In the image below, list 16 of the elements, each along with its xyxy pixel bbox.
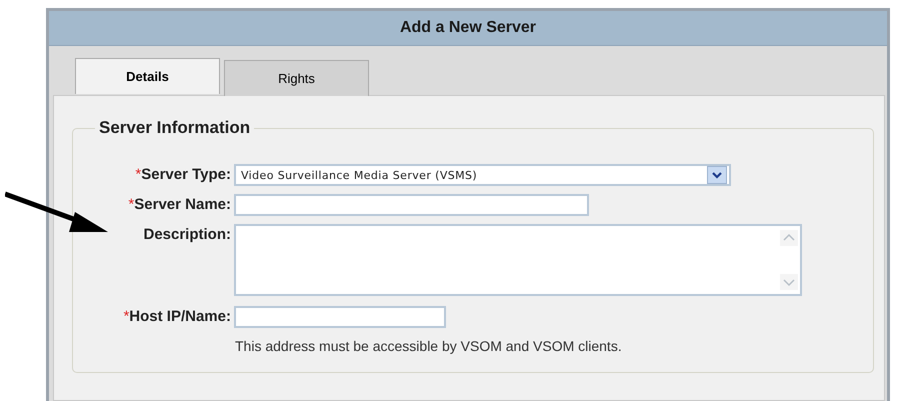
field-label: *Server Type:: [134, 165, 231, 183]
field-label: *Server Name:: [127, 195, 231, 213]
hint-text: This address must be accessible by VSOM and VSOM clients.: [235, 338, 623, 354]
window-title: Add a New Server: [49, 11, 887, 46]
section-title: Server Information: [98, 118, 252, 138]
text-field[interactable]: [234, 194, 589, 216]
field-label: *Host IP/Name:: [122, 307, 231, 325]
text-area[interactable]: [234, 224, 802, 296]
scroll-down-icon[interactable]: [780, 274, 798, 290]
tab[interactable]: Details: [75, 58, 220, 94]
caret-icon: [707, 166, 727, 184]
tab[interactable]: Rights: [224, 60, 369, 96]
scroll-up-icon[interactable]: [780, 230, 798, 246]
field-label: Description:: [142, 225, 231, 243]
dropdown[interactable]: Video Surveillance Media Server (VSMS): [234, 164, 731, 186]
text-field[interactable]: [234, 306, 446, 328]
